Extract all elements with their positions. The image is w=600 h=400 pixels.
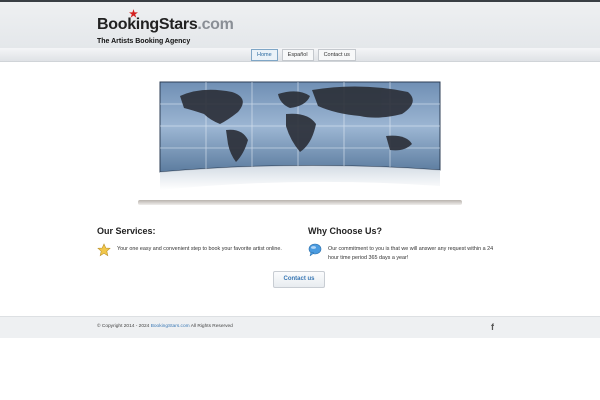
star-icon bbox=[97, 243, 111, 257]
copyright: © Copyright 2014 - 2024 BookingStars.com… bbox=[97, 324, 233, 329]
why-text: Our commitment to you is that we will an… bbox=[328, 246, 494, 261]
services-title: Our Services: bbox=[97, 226, 156, 236]
services-text: Your one easy and convenient step to boo… bbox=[117, 246, 282, 252]
logo-suffix: .com bbox=[197, 16, 234, 33]
copyright-prefix: © Copyright 2014 - 2024 bbox=[97, 324, 150, 329]
site-header: BookingStars.com ★ The Artists Booking A… bbox=[0, 2, 600, 48]
tagline: The Artists Booking Agency bbox=[97, 38, 191, 45]
why-title: Why Choose Us? bbox=[308, 226, 383, 236]
logo-brand: BookingStars bbox=[97, 16, 198, 33]
why-choose-section: Why Choose Us? Our commitment to you is … bbox=[308, 226, 493, 261]
nav-espanol[interactable]: Español bbox=[281, 49, 314, 61]
contact-us-button[interactable]: Contact us bbox=[273, 271, 325, 288]
hero-shadow bbox=[138, 200, 462, 205]
site-link[interactable]: BookingStars.com bbox=[151, 324, 190, 329]
site-footer: © Copyright 2014 - 2024 BookingStars.com… bbox=[0, 316, 600, 338]
hero-world-map-image bbox=[159, 81, 441, 190]
services-section: Our Services: Your one easy and convenie… bbox=[97, 226, 282, 257]
logo-star-icon: ★ bbox=[129, 9, 138, 20]
nav-bar: Home Español Contact us bbox=[0, 48, 600, 62]
chat-bubble-icon bbox=[308, 243, 322, 257]
facebook-icon[interactable]: f bbox=[491, 322, 494, 332]
nav-contact-us[interactable]: Contact us bbox=[317, 49, 356, 61]
main-nav: Home Español Contact us bbox=[251, 49, 356, 61]
nav-home[interactable]: Home bbox=[251, 49, 278, 61]
copyright-suffix: All Rights Reserved bbox=[190, 324, 233, 329]
site-logo[interactable]: BookingStars.com ★ bbox=[97, 10, 234, 34]
